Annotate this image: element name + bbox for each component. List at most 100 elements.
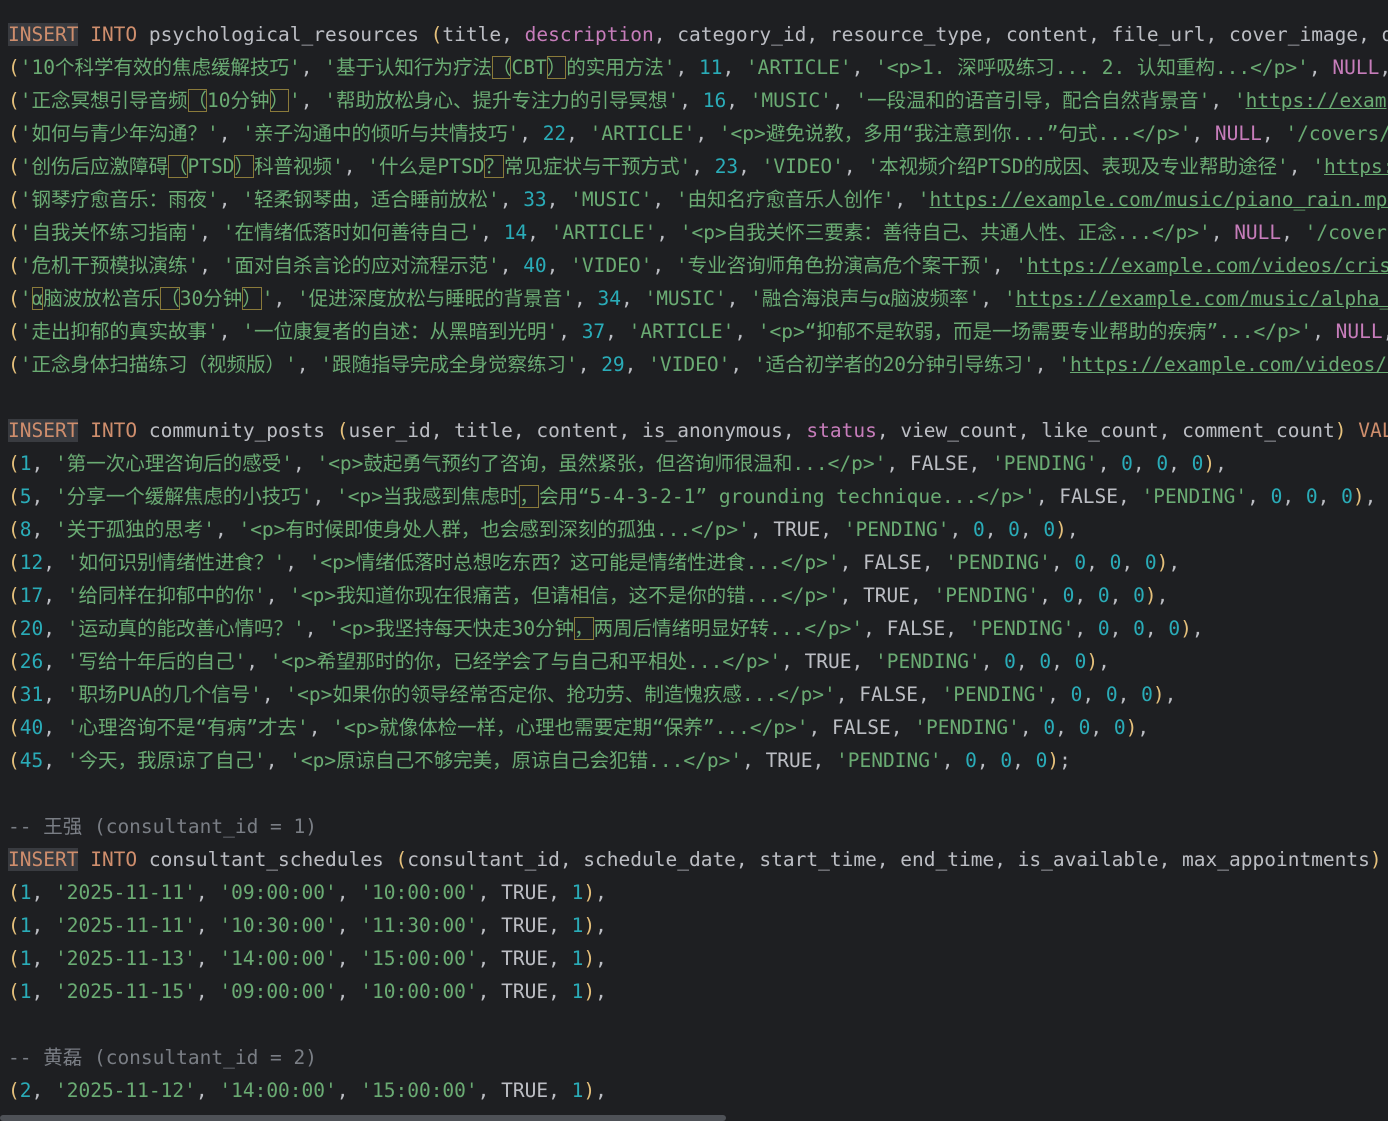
code-line[interactable]: (20, '运动真的能改善心情吗？', '<p>我坚持每天快走30分钟，两周后情… xyxy=(8,612,1204,645)
code-line[interactable]: ('自我关怀练习指南', '在情绪低落时如何善待自己', 14, 'ARTICL… xyxy=(8,216,1388,249)
code-token: , xyxy=(624,353,649,376)
code-token: , xyxy=(1109,617,1134,640)
code-line[interactable]: ('危机干预模拟演练', '面对自杀言论的应对流程示范', 40, 'VIDEO… xyxy=(8,249,1388,282)
code-line[interactable]: (12, '如何识别情绪性进食？', '<p>情绪低落时总想吃东西？这可能是情绪… xyxy=(8,546,1180,579)
code-line[interactable]: ('正念身体扫描练习（视频版）', '跟随指导完成全身觉察练习', 29, 'V… xyxy=(8,348,1388,381)
code-line[interactable]: (1, '第一次心理咨询后的感受', '<p>鼓起勇气预约了咨询，虽然紧张，但咨… xyxy=(8,447,1227,480)
code-token: , xyxy=(477,914,502,937)
code-line[interactable]: (8, '关于孤独的思考', '<p>有时候即使身处人群，也会感到深刻的孤独..… xyxy=(8,513,1079,546)
code-token: '<p>希望那时的你，已经学会了与自己和平相处...</p>' xyxy=(269,650,782,673)
code-token: '<p>避免说教，多用“我注意到你...”句式...</p>' xyxy=(718,122,1192,145)
code-line[interactable]: (45, '今天，我原谅了自己', '<p>原谅自己不够完美，原谅自己会犯错..… xyxy=(8,744,1071,777)
code-line[interactable]: (17, '给同样在抑郁中的你', '<p>我知道你现在很痛苦，但请相信，这不是… xyxy=(8,579,1168,612)
code-line[interactable]: -- 黄磊 (consultant_id = 2) xyxy=(8,1041,317,1074)
code-token: ) xyxy=(1125,716,1138,739)
code-token: '在情绪低落时如何善待自己' xyxy=(222,221,481,244)
code-token: ， xyxy=(519,485,539,508)
code-token: ( xyxy=(8,683,20,706)
code-token: , xyxy=(812,749,837,772)
code-token: , xyxy=(558,320,582,343)
code-token: , xyxy=(1055,716,1079,739)
code-token: ' xyxy=(19,287,32,310)
code-token: ) xyxy=(583,980,596,1003)
code-token: 0 xyxy=(1070,683,1083,706)
code-token: ) xyxy=(583,881,596,904)
code-token: title, xyxy=(442,23,525,46)
code-line[interactable]: (1, '2025-11-15', '09:00:00', '10:00:00'… xyxy=(8,975,607,1008)
code-token: ） xyxy=(242,287,262,310)
code-line[interactable]: INSERT INTO consultant_schedules (consul… xyxy=(8,843,1382,876)
code-token: 0 xyxy=(1109,551,1122,574)
code-token: '/covers/ xyxy=(1285,122,1388,145)
code-token: 10分钟 xyxy=(207,89,270,112)
code-token: '<p>就像体检一样，心理也需要定期“保养”...</p>' xyxy=(332,716,809,739)
code-line[interactable]: (40, '心理咨询不是“有病”才去', '<p>就像体检一样，心理也需要定期“… xyxy=(8,711,1149,744)
horizontal-scrollbar[interactable] xyxy=(0,1115,726,1121)
code-token: psychological_resources xyxy=(137,23,431,46)
code-token: , xyxy=(336,980,361,1003)
code-line[interactable]: ('如何与青少年沟通？', '亲子沟通中的倾听与共情技巧', 22, 'ARTI… xyxy=(8,117,1388,150)
code-token: ( xyxy=(8,980,20,1003)
code-token: '什么是PTSD xyxy=(367,155,485,178)
code-line[interactable]: ('创伤后应激障碍（PTSD）科普视频', '什么是PTSD？常见症状与干预方式… xyxy=(8,150,1388,183)
code-line[interactable]: (5, '分享一个缓解焦虑的小技巧', '<p>当我感到焦虑时，会用“5-4-3… xyxy=(8,480,1376,513)
code-token: https: xyxy=(1324,155,1388,178)
code-line[interactable]: ('α脑波放松音乐（30分钟）', '促进深度放松与睡眠的背景音', 34, '… xyxy=(8,282,1388,315)
code-token: 常见症状与干预方式' xyxy=(503,155,692,178)
code-editor[interactable]: INSERT INTO psychological_resources (tit… xyxy=(0,0,1388,1121)
code-token: https://examp xyxy=(1245,89,1388,112)
code-token: '正念身体扫描练习（视频版）' xyxy=(19,353,297,376)
code-token: 1 xyxy=(19,947,32,970)
code-token: , xyxy=(1118,485,1142,508)
code-token: -- 王强 (consultant_id = 1) xyxy=(8,815,318,838)
code-line[interactable]: (31, '职场PUA的几个信号', '<p>如果你的领导经常否定你、抢功劳、制… xyxy=(8,678,1176,711)
code-token: , xyxy=(499,188,524,211)
code-token: , xyxy=(749,518,774,541)
code-line[interactable]: (2, '2025-11-12', '14:00:00', '15:00:00'… xyxy=(8,1074,607,1107)
code-token: ( xyxy=(8,56,20,79)
code-line[interactable]: INSERT INTO psychological_resources (tit… xyxy=(8,18,1388,51)
code-token: , xyxy=(43,683,67,706)
code-token: ) xyxy=(1156,551,1169,574)
code-token: FALSE xyxy=(886,617,946,640)
code-token: '10:00:00' xyxy=(360,980,478,1003)
code-token: , xyxy=(548,980,572,1003)
code-token: , xyxy=(722,56,746,79)
code-token: TRUE xyxy=(501,914,549,937)
code-token: , xyxy=(1312,320,1336,343)
code-token: , xyxy=(214,518,239,541)
code-token: 0 xyxy=(1097,617,1110,640)
code-line[interactable]: (1, '2025-11-11', '10:30:00', '11:30:00'… xyxy=(8,909,607,942)
code-line[interactable]: ('正念冥想引导音频（10分钟）', '帮助放松身心、提升专注力的引导冥想', … xyxy=(8,84,1388,117)
code-line[interactable]: (1, '2025-11-11', '09:00:00', '10:00:00'… xyxy=(8,876,607,909)
code-line[interactable]: ('钢琴疗愈音乐：雨夜', '轻柔钢琴曲，适合睡前放松', 33, 'MUSIC… xyxy=(8,183,1388,216)
code-line[interactable]: ('走出抑郁的真实故事', '一位康复者的自述：从黑暗到光明', 37, 'AR… xyxy=(8,315,1388,348)
code-token: , xyxy=(31,518,55,541)
code-line[interactable]: -- 王强 (consultant_id = 1) xyxy=(8,810,317,843)
code-token: 20 xyxy=(19,617,44,640)
code-token: 'PENDING' xyxy=(1141,485,1248,508)
code-token: '14:00:00' xyxy=(219,947,337,970)
code-token: ( xyxy=(8,89,20,112)
code-token: 'PENDING' xyxy=(836,749,942,772)
code-line[interactable]: (1, '2025-11-13', '14:00:00', '15:00:00'… xyxy=(8,942,607,975)
code-token: , xyxy=(43,551,67,574)
code-token: , xyxy=(218,320,243,343)
code-token: consultant_id, schedule_date, start_time… xyxy=(407,848,1370,871)
code-line[interactable]: INSERT INTO community_posts (user_id, ti… xyxy=(8,414,1388,447)
code-token: -- 黄磊 (consultant_id = 2) xyxy=(8,1046,318,1069)
code-token: '适合初学者的20分钟引导练习' xyxy=(753,353,1035,376)
code-token: , xyxy=(519,122,543,145)
code-token: , xyxy=(199,254,223,277)
code-line[interactable]: (26, '写给十年后的自己', '<p>希望那时的你，已经学会了与自己和平相处… xyxy=(8,645,1110,678)
code-line[interactable]: ('10个科学有效的焦虑缓解技巧', '基于认知行为疗法（CBT）的实用方法',… xyxy=(8,51,1388,84)
code-token: ( xyxy=(8,188,20,211)
code-token: , xyxy=(595,914,607,937)
code-token: （ xyxy=(168,155,188,178)
code-token: 0 xyxy=(972,518,985,541)
code-token: 'ARTICLE' xyxy=(628,320,735,343)
code-token: , view_count, like_count, comment_count xyxy=(876,419,1335,442)
code-token: , xyxy=(1317,485,1342,508)
code-token: , xyxy=(620,287,645,310)
code-token: , xyxy=(1144,617,1169,640)
